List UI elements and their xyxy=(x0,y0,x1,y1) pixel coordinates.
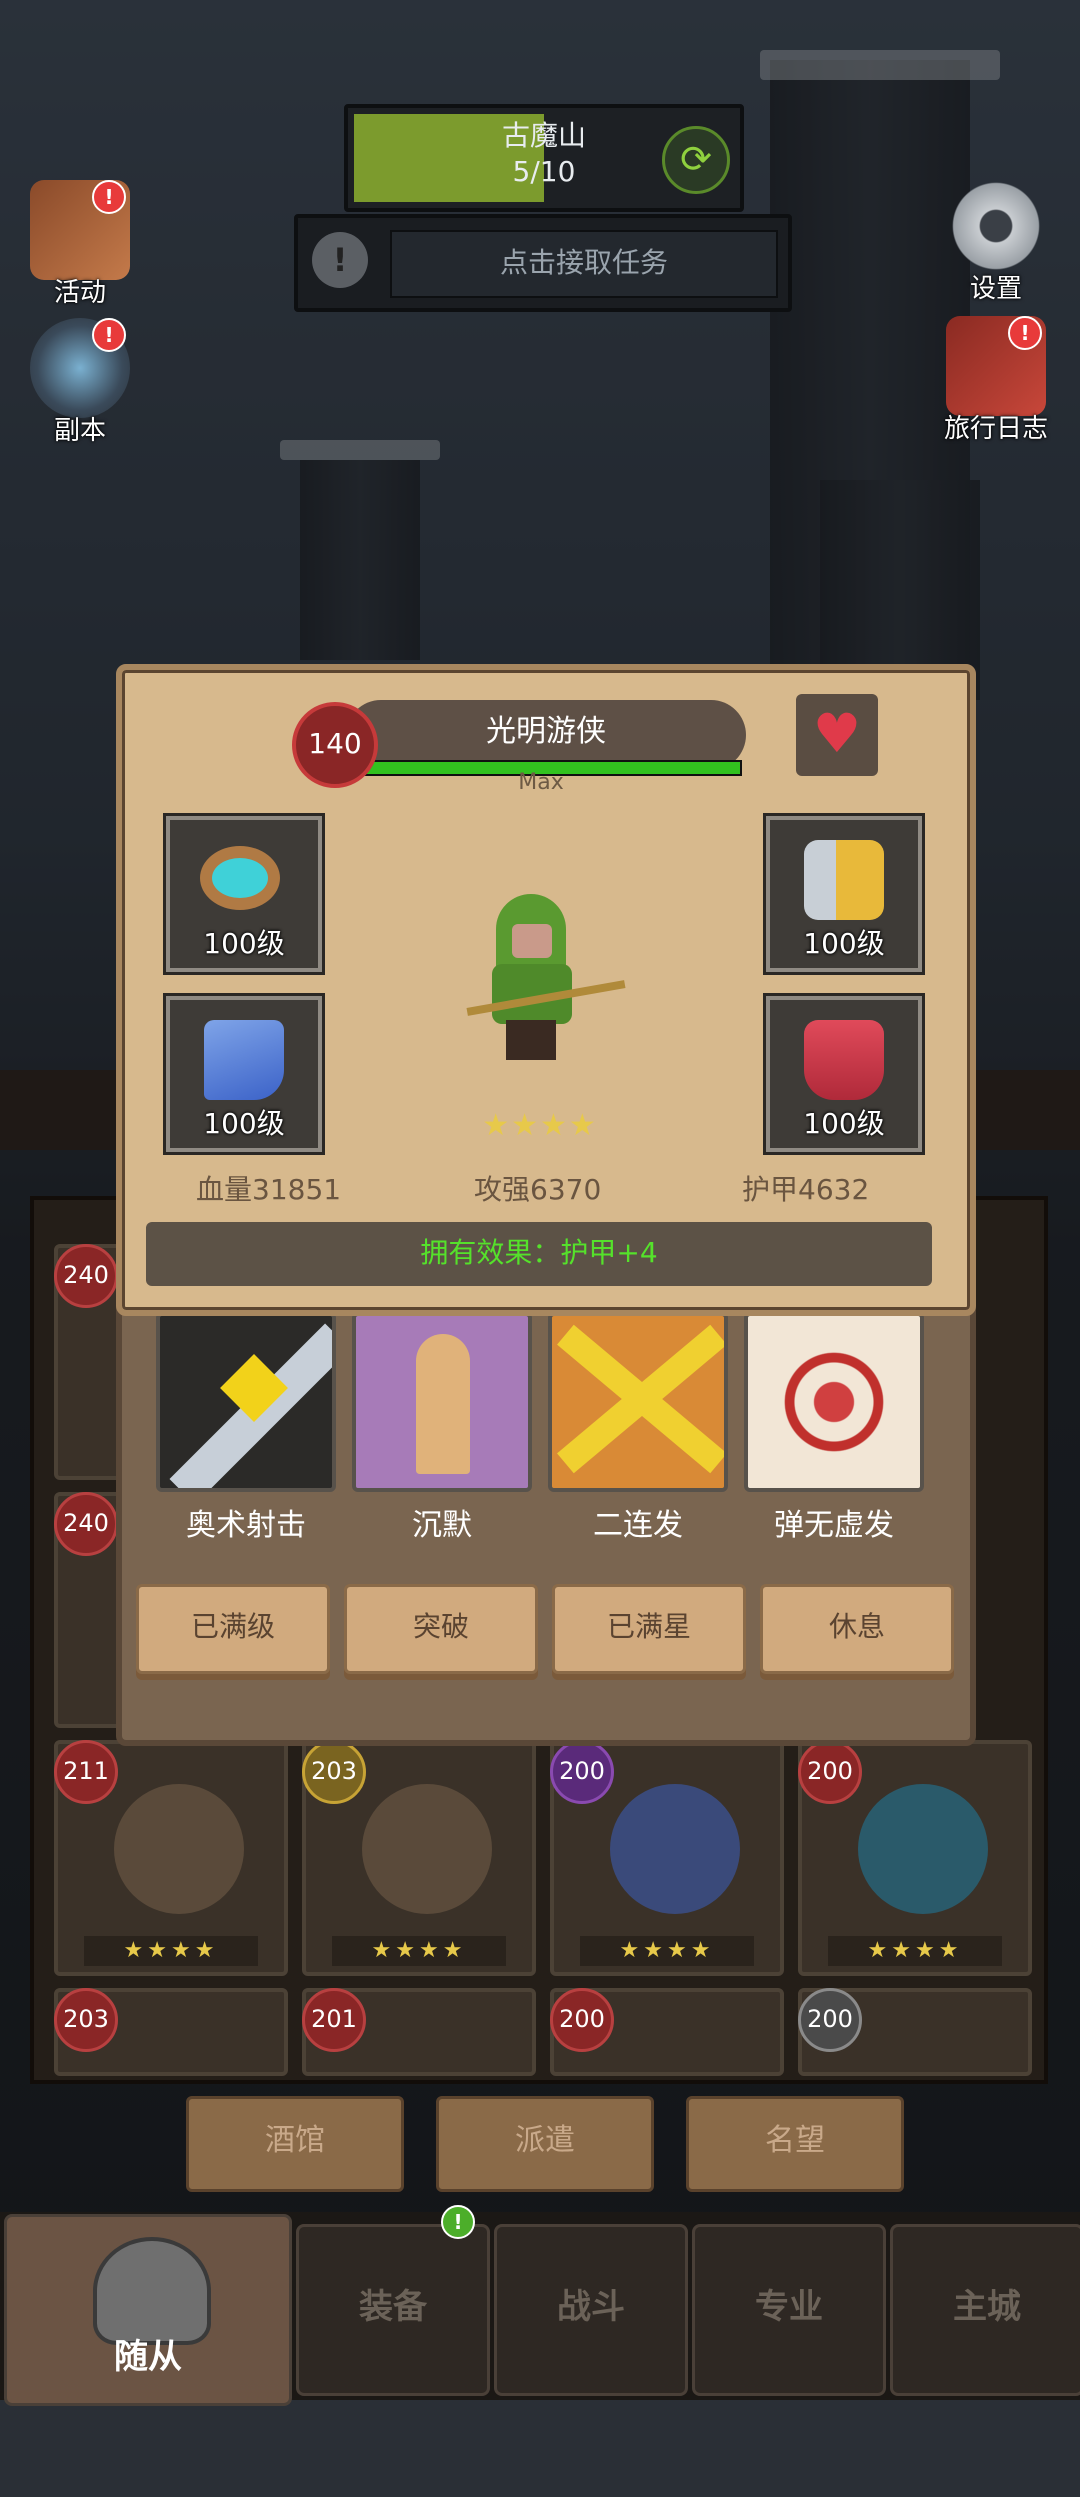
skill-silence[interactable]: 沉默 xyxy=(352,1312,532,1544)
star-rating: ★★★★ xyxy=(84,1936,258,1966)
tavern-button[interactable]: 酒馆 xyxy=(186,2096,404,2192)
hero-detail-panel: 140 光明游侠 Max ♥ 100级 100级 100级 100级 ★★★★ … xyxy=(116,664,976,1316)
alert-badge: ! xyxy=(1008,316,1042,350)
equip-slot-bracer[interactable]: 100级 xyxy=(763,813,925,975)
attack-stat: 攻强6370 xyxy=(474,1173,602,1206)
dispatch-button[interactable]: 派遣 xyxy=(436,2096,654,2192)
max-level-button[interactable]: 已满级 xyxy=(136,1584,330,1674)
cloak-icon xyxy=(204,1020,284,1100)
ring-icon xyxy=(200,846,280,910)
hero-star-rating: ★★★★ xyxy=(482,1108,598,1143)
activity-label: 活动 xyxy=(53,278,106,308)
skill-name: 二连发 xyxy=(593,1508,683,1543)
tab-followers[interactable]: 随从 xyxy=(4,2214,292,2406)
arcane-shot-icon xyxy=(156,1312,336,1492)
hero-skills-panel: 奥术射击 沉默 二连发 弹无虚发 已满级 突破 已满星 休息 xyxy=(116,1296,976,1746)
tab-equipment[interactable]: ! 装备 xyxy=(296,2205,490,2396)
tab-main-city[interactable]: 主城 xyxy=(890,2224,1080,2396)
tab-followers-label: 随从 xyxy=(114,2337,182,2377)
tab-equipment-label: 装备 xyxy=(359,2287,427,2327)
skill-double-shot[interactable]: 二连发 xyxy=(548,1312,728,1544)
owned-effect: 拥有效果：护甲+4 xyxy=(146,1222,932,1286)
gear-icon xyxy=(946,176,1046,276)
reputation-button[interactable]: 名望 xyxy=(686,2096,904,2192)
tab-battle-label: 战斗 xyxy=(557,2287,625,2327)
follower-card[interactable]: 200 ★★★★ xyxy=(798,1740,1032,1976)
tab-profession[interactable]: 专业 xyxy=(692,2224,886,2396)
settings-label: 设置 xyxy=(969,274,1022,304)
bullseye-icon xyxy=(744,1312,924,1492)
tab-battle[interactable]: 战斗 xyxy=(494,2224,688,2396)
skill-name: 沉默 xyxy=(412,1508,472,1543)
double-shot-icon xyxy=(548,1312,728,1492)
hero-level-badge: 140 xyxy=(292,702,378,788)
equip-level: 100级 xyxy=(203,927,285,960)
boots-icon xyxy=(804,1020,884,1100)
follower-card[interactable]: 203 ★★★★ xyxy=(302,1740,536,1976)
area-progress-bar[interactable]: 古魔山 5/10 ⟳ xyxy=(344,104,744,212)
armor-stat: 护甲4632 xyxy=(742,1173,870,1206)
journal-button[interactable]: ! 旅行日志 xyxy=(936,316,1056,445)
dungeon-button[interactable]: ! 副本 xyxy=(20,318,140,447)
follower-card[interactable]: 203 xyxy=(54,1988,288,2076)
bracer-icon xyxy=(804,840,884,920)
star-rating: ★★★★ xyxy=(580,1936,754,1966)
hp-stat: 血量31851 xyxy=(196,1173,342,1206)
follower-card[interactable]: 200 ★★★★ xyxy=(550,1740,784,1976)
follower-card[interactable]: 201 xyxy=(302,1988,536,2076)
tab-main-city-label: 主城 xyxy=(953,2287,1021,2327)
refresh-icon[interactable]: ⟳ xyxy=(662,126,730,194)
star-rating: ★★★★ xyxy=(828,1936,1002,1966)
favorite-heart-icon[interactable]: ♥ xyxy=(796,694,878,776)
skill-name: 弹无虚发 xyxy=(774,1508,894,1543)
hero-portrait xyxy=(456,894,626,1064)
max-star-button[interactable]: 已满星 xyxy=(552,1584,746,1674)
star-rating: ★★★★ xyxy=(332,1936,506,1966)
silence-icon xyxy=(352,1312,532,1492)
alert-badge: ! xyxy=(441,2205,475,2239)
skill-name: 奥术射击 xyxy=(186,1508,306,1543)
settings-button[interactable]: 设置 xyxy=(936,176,1056,305)
equip-slot-ring[interactable]: 100级 xyxy=(163,813,325,975)
exclamation-icon: ! xyxy=(312,232,368,288)
alert-badge: ! xyxy=(92,180,126,214)
task-bar[interactable]: ! 点击接取任务 xyxy=(294,214,792,312)
skill-bullseye[interactable]: 弹无虚发 xyxy=(744,1312,924,1544)
tab-profession-label: 专业 xyxy=(755,2287,823,2327)
follower-card[interactable]: 200 xyxy=(550,1988,784,2076)
rest-button[interactable]: 休息 xyxy=(760,1584,954,1674)
equip-level: 100级 xyxy=(803,927,885,960)
bottom-tab-bar: 随从 ! 装备 战斗 专业 主城 xyxy=(0,2205,1080,2406)
journal-label: 旅行日志 xyxy=(943,414,1048,444)
skill-arcane-shot[interactable]: 奥术射击 xyxy=(156,1312,336,1544)
activity-button[interactable]: ! 活动 xyxy=(20,180,140,309)
dungeon-label: 副本 xyxy=(53,416,106,446)
alert-badge: ! xyxy=(92,318,126,352)
breakthrough-button[interactable]: 突破 xyxy=(344,1584,538,1674)
helmet-icon xyxy=(93,2237,211,2345)
follower-card[interactable]: 211 ★★★★ xyxy=(54,1740,288,1976)
task-label: 点击接取任务 xyxy=(390,230,778,298)
max-label: Max xyxy=(518,770,564,795)
follower-card[interactable]: 200 xyxy=(798,1988,1032,2076)
